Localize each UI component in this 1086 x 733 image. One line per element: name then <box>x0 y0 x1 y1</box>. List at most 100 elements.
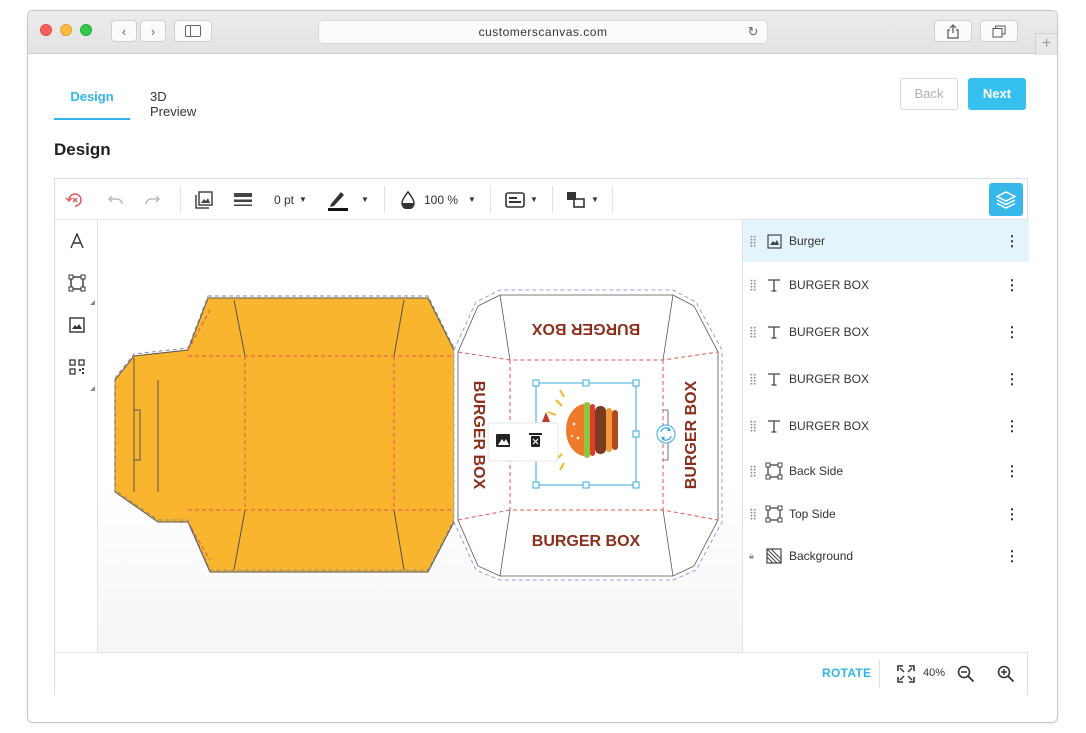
image-gallery-button[interactable] <box>194 179 214 220</box>
rotate-handle[interactable] <box>656 424 676 444</box>
drag-handle-icon[interactable]: ⣿ <box>749 373 757 386</box>
share-icon <box>947 23 959 39</box>
more-vert-icon[interactable]: ⋮ <box>1005 233 1019 250</box>
caret-down-icon: ▼ <box>468 195 476 204</box>
add-image-button[interactable] <box>55 310 98 340</box>
drag-handle-icon[interactable]: ⣿ <box>749 420 757 433</box>
drag-handle-icon[interactable]: ⣿ <box>749 508 757 521</box>
stroke-width-value: 0 pt <box>274 192 295 207</box>
maximize-window-button[interactable] <box>80 24 92 36</box>
tab-design[interactable]: Design <box>54 89 130 120</box>
undo-button[interactable] <box>105 179 125 220</box>
add-barcode-button[interactable] <box>55 352 98 382</box>
caret-down-icon: ▼ <box>591 195 599 204</box>
sidebar-icon <box>185 25 201 37</box>
image-tool-icon <box>68 317 85 333</box>
drag-handle-icon[interactable]: ⣿ <box>749 465 757 478</box>
browser-titlebar: ‹ › customerscanvas.com ↻ + <box>28 11 1057 55</box>
more-vert-icon[interactable]: ⋮ <box>1005 371 1019 388</box>
more-vert-icon[interactable]: ⋮ <box>1005 418 1019 435</box>
more-vert-icon[interactable]: ⋮ <box>1005 548 1019 565</box>
layer-item-top-side[interactable]: ⣿ Top Side ⋮ <box>743 493 1029 535</box>
layer-item-back-side[interactable]: ⣿ Back Side ⋮ <box>743 450 1029 492</box>
design-canvas[interactable]: BURGER BOX BURGER BOX BURGER BOX BURGER … <box>98 220 742 652</box>
rotate-button[interactable]: ROTATE <box>822 666 871 680</box>
layer-name: Back Side <box>789 464 844 478</box>
layer-item-text[interactable]: ⣿ BURGER BOX ⋮ <box>743 405 1029 447</box>
lock-icon: 🔒︎ <box>749 550 754 561</box>
more-vert-icon[interactable]: ⋮ <box>1005 277 1019 294</box>
layer-item-text[interactable]: ⣿ BURGER BOX ⋮ <box>743 264 1029 306</box>
footer-divider <box>879 660 880 688</box>
back-side-panel[interactable] <box>114 295 455 573</box>
background-icon <box>765 547 783 565</box>
layer-name: Background <box>789 549 854 563</box>
toolbar-divider <box>552 186 553 213</box>
line-weight-icon <box>234 192 252 206</box>
add-text-button[interactable] <box>55 226 98 256</box>
arrange-dropdown[interactable]: ▼ <box>566 179 599 220</box>
browser-forward-button[interactable]: › <box>140 20 166 42</box>
more-vert-icon[interactable]: ⋮ <box>1005 324 1019 341</box>
text-tool-icon <box>69 233 84 249</box>
chevron-left-icon: ‹ <box>121 23 127 39</box>
address-bar[interactable]: customerscanvas.com ↻ <box>318 20 768 44</box>
layer-item-text[interactable]: ⣿ BURGER BOX ⋮ <box>743 311 1029 353</box>
layers-panel: ⣿ Burger ⋮ ⣿ BURGER BOX ⋮ ⣿ BURGER BOX ⋮… <box>742 220 1029 652</box>
more-vert-icon[interactable]: ⋮ <box>1005 506 1019 523</box>
editor-footer: ROTATE 40% <box>55 652 1027 695</box>
stroke-color-dropdown[interactable]: ▼ <box>327 179 369 220</box>
burger-box-bottom-text[interactable]: BURGER BOX <box>532 533 641 550</box>
shape-icon <box>765 462 783 480</box>
new-tab-button[interactable]: + <box>1035 33 1057 55</box>
drag-handle-icon[interactable]: ⣿ <box>749 326 757 339</box>
redo-button[interactable] <box>143 179 163 220</box>
tabs-icon <box>992 25 1006 37</box>
toolbar-divider <box>384 186 385 213</box>
image-icon <box>765 232 783 250</box>
layer-name: Top Side <box>789 507 836 521</box>
zoom-out-icon[interactable] <box>957 665 975 688</box>
zoom-in-icon[interactable] <box>997 665 1015 688</box>
tab-3d-preview[interactable]: 3D Preview <box>150 89 196 120</box>
insert-toolbar <box>55 220 98 652</box>
burger-box-top-text[interactable]: BURGER BOX <box>531 320 640 337</box>
drag-handle-icon[interactable]: ⣿ <box>749 235 757 248</box>
share-button[interactable] <box>934 20 972 42</box>
tabs-overview-button[interactable] <box>980 20 1018 42</box>
text-icon <box>765 323 783 341</box>
burger-box-right-text[interactable]: BURGER BOX <box>683 380 700 489</box>
text-align-icon <box>505 191 525 208</box>
stroke-width-dropdown[interactable]: 0 pt ▼ <box>274 179 307 220</box>
reload-icon[interactable]: ↻ <box>748 21 759 43</box>
layers-toggle-button[interactable] <box>989 183 1023 216</box>
layer-item-burger[interactable]: ⣿ Burger ⋮ <box>743 220 1029 262</box>
stroke-style-button[interactable] <box>233 179 253 220</box>
browser-back-button[interactable]: ‹ <box>111 20 137 42</box>
submenu-indicator <box>90 300 95 305</box>
layer-item-background[interactable]: 🔒︎ Background ⋮ <box>743 535 1029 577</box>
burger-box-left-text[interactable]: BURGER BOX <box>470 381 487 490</box>
drag-handle-icon[interactable]: ⣿ <box>749 279 757 292</box>
text-icon <box>765 417 783 435</box>
layer-item-text[interactable]: ⣿ BURGER BOX ⋮ <box>743 358 1029 400</box>
box-dieline-svg: BURGER BOX BURGER BOX BURGER BOX BURGER … <box>114 289 723 581</box>
revert-button[interactable] <box>65 179 85 220</box>
replace-image-button[interactable] <box>496 434 510 447</box>
align-dropdown[interactable]: ▼ <box>505 179 538 220</box>
text-icon <box>765 276 783 294</box>
revert-icon <box>65 192 82 207</box>
shape-tool-icon <box>68 274 85 292</box>
sidebar-toggle-button[interactable] <box>174 20 212 42</box>
minimize-window-button[interactable] <box>60 24 72 36</box>
more-vert-icon[interactable]: ⋮ <box>1005 463 1019 480</box>
add-shape-button[interactable] <box>55 268 98 298</box>
next-button[interactable]: Next <box>968 78 1026 110</box>
close-window-button[interactable] <box>40 24 52 36</box>
fit-to-screen-icon[interactable] <box>897 665 915 688</box>
object-context-toolbar <box>487 422 559 462</box>
back-button[interactable]: Back <box>900 78 958 110</box>
opacity-dropdown[interactable]: 100 % ▼ <box>400 179 476 220</box>
browser-window: ‹ › customerscanvas.com ↻ + Design 3D Pr… <box>27 10 1058 723</box>
undo-icon <box>107 194 123 204</box>
